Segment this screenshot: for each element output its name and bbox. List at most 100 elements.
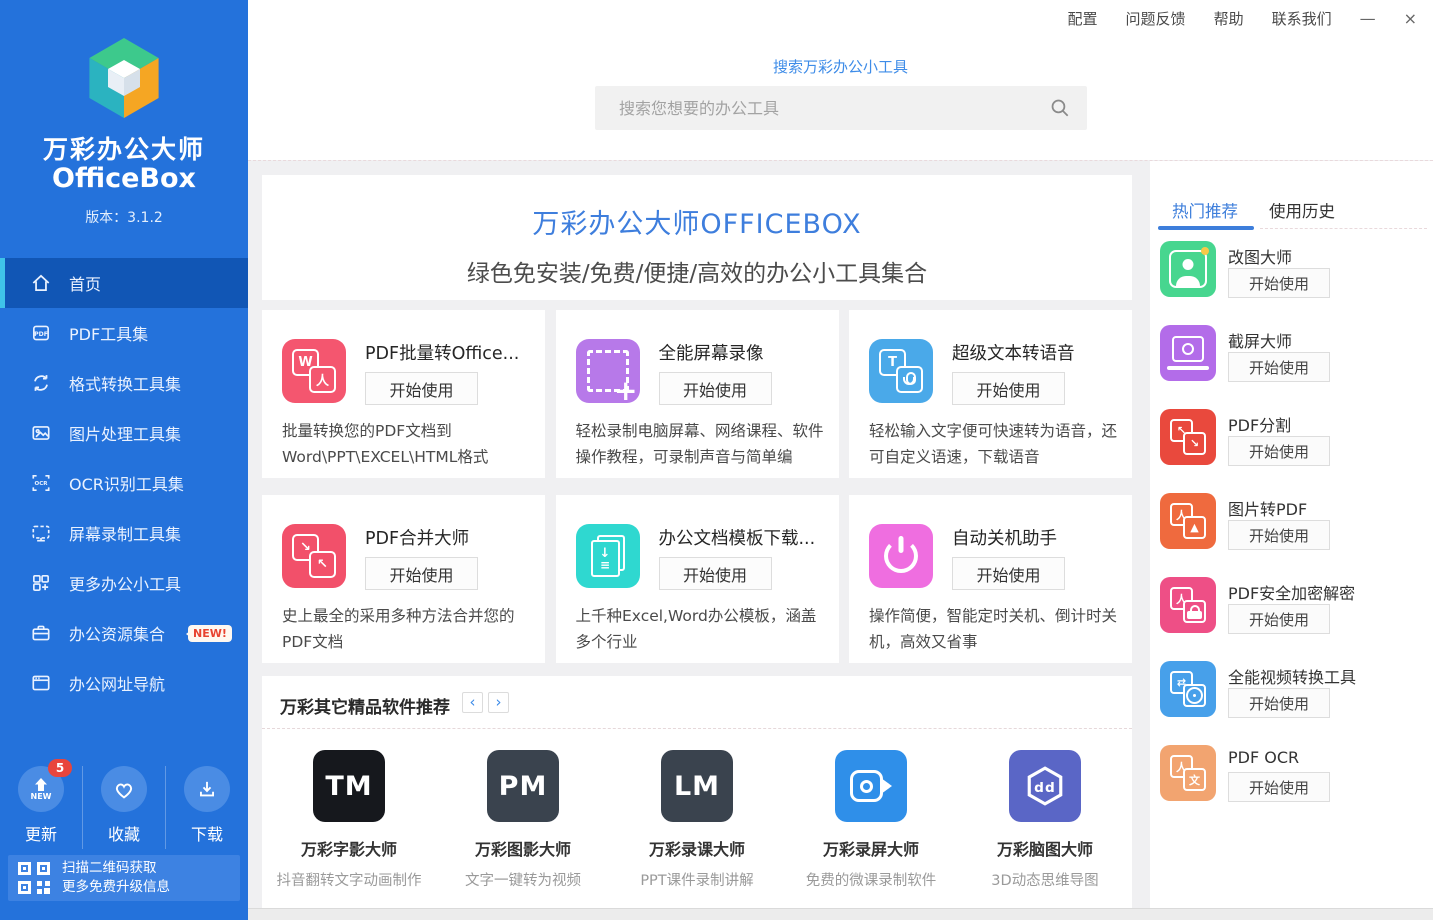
tool-card-screen-record: + 全能屏幕录像 开始使用 轻松录制电脑屏幕、网络课程、软件操作教程，可录制声音… <box>556 310 839 478</box>
tool-name: 办公文档模板下载... <box>659 525 816 550</box>
sidebar-item-image-tools[interactable]: 图片处理工具集 <box>0 408 248 458</box>
sidebar-item-label: 更多办公小工具 <box>69 571 181 595</box>
product-word-animation[interactable]: TM 万彩字影大师 抖音翻转文字动画制作 <box>262 740 436 890</box>
recommend-name: PDF分割 <box>1228 412 1291 436</box>
search-icon[interactable] <box>1049 97 1071 119</box>
recommend-panel: 热门推荐 使用历史 改图大师 开始使用 截屏大师 开始使用 <box>1150 161 1433 909</box>
product-photo-video[interactable]: PM 万彩图影大师 文字一键转为视频 <box>436 740 610 890</box>
tool-desc: 操作简便，智能定时关机、倒计时关机，高效又省事 <box>869 603 1118 656</box>
download-icon[interactable] <box>184 766 230 812</box>
product-name: 万彩脑图大师 <box>958 836 1132 860</box>
start-button[interactable]: 开始使用 <box>952 557 1065 590</box>
topbar-menu: 配置 问题反馈 帮助 联系我们 — × <box>1068 8 1417 29</box>
tool-card-pdf-to-office: W人 PDF批量转Office... 开始使用 批量转换您的PDF文档到Word… <box>262 310 545 478</box>
menu-help[interactable]: 帮助 <box>1214 8 1244 29</box>
lm-logo-icon: LM <box>661 750 733 822</box>
hero-banner: 万彩办公大师OFFICEBOX 绿色免安装/免费/便捷/高效的办公小工具集合 <box>262 175 1132 300</box>
product-desc: 免费的微课录制软件 <box>784 869 958 890</box>
qr-banner[interactable]: 扫描二维码获取 更多免费升级信息 <box>8 855 240 901</box>
start-button[interactable]: 开始使用 <box>1228 688 1330 718</box>
search-box <box>595 86 1087 130</box>
favorite-action[interactable]: 收藏 <box>82 766 165 849</box>
sidebar-item-home[interactable]: 首页 <box>0 258 248 308</box>
resources-icon <box>30 622 52 644</box>
sidebar-item-format-convert[interactable]: 格式转换工具集 <box>0 358 248 408</box>
favorite-icon[interactable] <box>101 766 147 812</box>
start-button[interactable]: 开始使用 <box>659 557 772 590</box>
product-lesson-record[interactable]: LM 万彩录课大师 PPT课件录制讲解 <box>610 740 784 890</box>
tab-hot-recommend[interactable]: 热门推荐 <box>1172 198 1238 222</box>
tool-desc: 批量转换您的PDF文档到Word\PPT\EXCEL\HTML格式 <box>282 418 531 471</box>
start-button[interactable]: 开始使用 <box>1228 436 1330 466</box>
search-tools-link[interactable]: 搜索万彩办公小工具 <box>773 58 908 76</box>
sidebar-item-ocr-tools[interactable]: OCR OCR识别工具集 <box>0 458 248 508</box>
start-button[interactable]: 开始使用 <box>365 557 478 590</box>
app-subtitle: OfficeBox <box>0 163 248 194</box>
sidebar-item-label: 办公资源集合 <box>69 621 165 645</box>
sidebar-item-office-resources[interactable]: 办公资源集合 NEW! <box>0 608 248 658</box>
recommend-item-photo-editor: 改图大师 开始使用 <box>1150 241 1433 325</box>
recommend-name: 全能视频转换工具 <box>1228 664 1356 688</box>
sidebar-item-screen-record[interactable]: 屏幕录制工具集 <box>0 508 248 558</box>
main-content: 万彩办公大师OFFICEBOX 绿色免安装/免费/便捷/高效的办公小工具集合 W… <box>248 160 1433 908</box>
qr-code-icon <box>16 860 52 896</box>
sidebar-item-pdf-tools[interactable]: PDF PDF工具集 <box>0 308 248 358</box>
screen-record-icon: + <box>576 339 640 403</box>
carousel-next-button[interactable]: › <box>488 692 509 713</box>
start-button[interactable]: 开始使用 <box>1228 772 1330 802</box>
recommend-item-video-convert: ⇄ 全能视频转换工具 开始使用 <box>1150 661 1433 745</box>
window-bottom-strip <box>248 908 1433 920</box>
start-button[interactable]: 开始使用 <box>952 372 1065 405</box>
download-action[interactable]: 下载 <box>165 766 248 849</box>
start-button[interactable]: 开始使用 <box>1228 268 1330 298</box>
svg-text:dd: dd <box>1034 780 1056 796</box>
pdf-to-office-icon: W人 <box>282 339 346 403</box>
search-input[interactable] <box>595 86 1087 130</box>
image-icon <box>30 422 52 444</box>
pdf-encrypt-icon: 人 <box>1160 577 1216 633</box>
sidebar-item-web-navigation[interactable]: 办公网址导航 <box>0 658 248 708</box>
start-button[interactable]: 开始使用 <box>1228 520 1330 550</box>
tool-name: 自动关机助手 <box>952 525 1057 550</box>
recommend-item-pdf-split: ↖↘ PDF分割 开始使用 <box>1150 409 1433 493</box>
divider <box>1260 228 1427 229</box>
tool-desc: 轻松录制电脑屏幕、网络课程、软件操作教程，可录制声音与简单编 <box>576 418 825 471</box>
tool-card-auto-shutdown: 自动关机助手 开始使用 操作简便，智能定时关机、倒计时关机，高效又省事 <box>849 495 1132 663</box>
sidebar-nav: 首页 PDF PDF工具集 格式转换工具集 图片处理工具集 OCR OCR识别工… <box>0 258 248 708</box>
home-icon <box>30 272 52 294</box>
carousel-prev-button[interactable]: ‹ <box>462 692 483 713</box>
tm-logo-icon: TM <box>313 750 385 822</box>
minimize-button[interactable]: — <box>1360 9 1376 28</box>
update-icon[interactable]: NEW 5 <box>18 766 64 812</box>
start-button[interactable]: 开始使用 <box>1228 352 1330 382</box>
start-button[interactable]: 开始使用 <box>659 372 772 405</box>
banner-title: 万彩办公大师OFFICEBOX <box>262 202 1132 241</box>
tool-name: 全能屏幕录像 <box>659 340 764 365</box>
menu-contact[interactable]: 联系我们 <box>1272 8 1332 29</box>
screen-recorder-logo-icon <box>835 750 907 822</box>
tab-usage-history[interactable]: 使用历史 <box>1269 198 1335 222</box>
menu-feedback[interactable]: 问题反馈 <box>1126 8 1186 29</box>
sidebar-item-label: 屏幕录制工具集 <box>69 521 181 545</box>
pdf-merge-icon: ↘↖ <box>282 524 346 588</box>
start-button[interactable]: 开始使用 <box>365 372 478 405</box>
mindmap-logo-icon: dd <box>1009 750 1081 822</box>
product-mindmap[interactable]: dd 万彩脑图大师 3D动态思维导图 <box>958 740 1132 890</box>
product-desc: PPT课件录制讲解 <box>610 869 784 890</box>
start-button[interactable]: 开始使用 <box>1228 604 1330 634</box>
section-title: 万彩其它精品软件推荐 <box>280 693 450 718</box>
recommend-name: 截屏大师 <box>1228 328 1292 352</box>
doc-template-icon: ↓≡ <box>576 524 640 588</box>
app-title: 万彩办公大师 <box>0 130 248 166</box>
menu-settings[interactable]: 配置 <box>1068 8 1098 29</box>
pdf-icon: PDF <box>30 322 52 344</box>
sidebar-item-label: 首页 <box>69 271 101 295</box>
product-name: 万彩字影大师 <box>262 836 436 860</box>
screenshot-icon <box>1160 325 1216 381</box>
product-screen-recorder[interactable]: 万彩录屏大师 免费的微课录制软件 <box>784 740 958 890</box>
sidebar-item-more-tools[interactable]: 更多办公小工具 <box>0 558 248 608</box>
webnav-icon <box>30 672 52 694</box>
sidebar-item-label: 办公网址导航 <box>69 671 165 695</box>
update-action[interactable]: NEW 5 更新 <box>0 766 82 849</box>
close-button[interactable]: × <box>1404 9 1417 28</box>
